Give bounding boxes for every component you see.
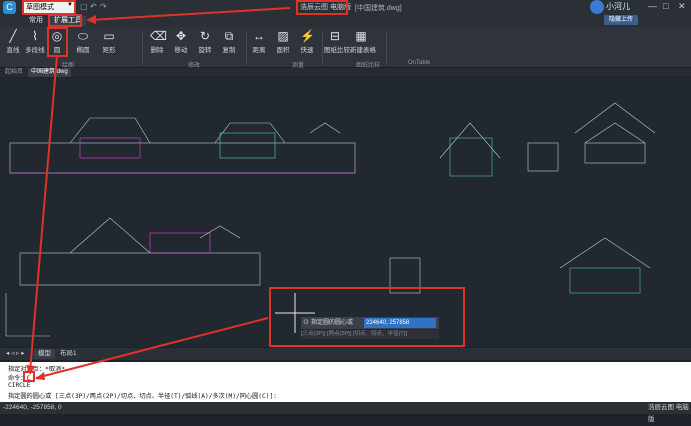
annotation-arrows — [26, 7, 291, 380]
